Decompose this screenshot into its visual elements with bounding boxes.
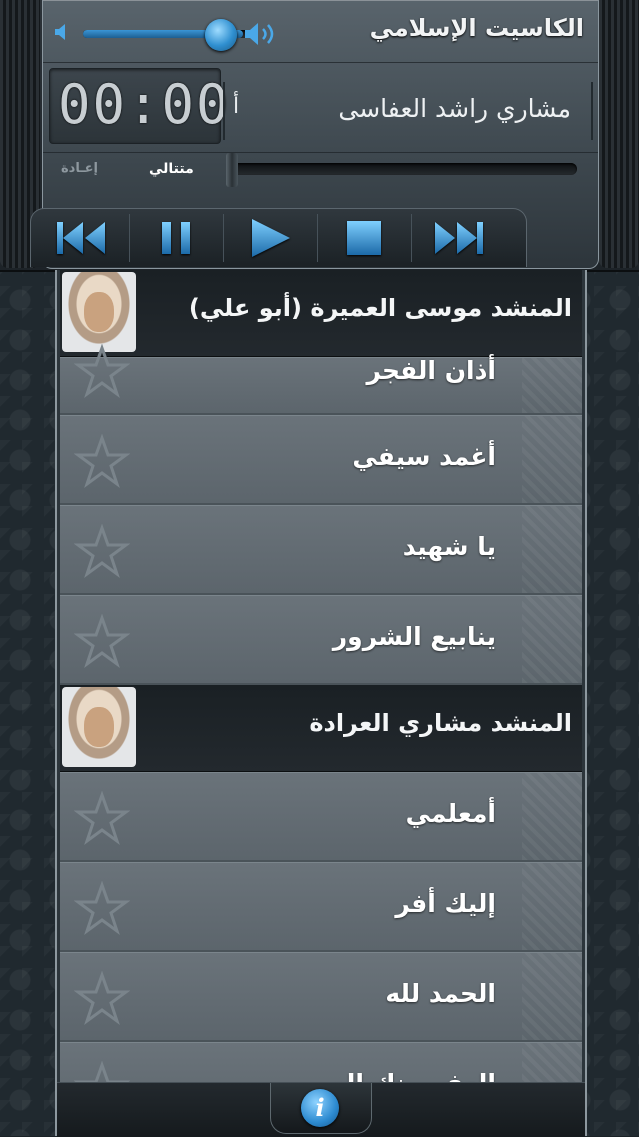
- star-icon[interactable]: [74, 434, 130, 488]
- play-icon: [252, 219, 290, 257]
- song-row[interactable]: إليك أفر: [60, 862, 582, 952]
- previous-button[interactable]: [35, 214, 130, 262]
- info-button[interactable]: i: [301, 1089, 339, 1127]
- song-row[interactable]: الحمد لله: [60, 952, 582, 1042]
- star-icon[interactable]: [74, 791, 130, 845]
- song-row[interactable]: أذان الفجر: [60, 344, 582, 415]
- song-title: العفو منك الهى: [304, 1069, 496, 1082]
- artist-header[interactable]: المنشد مشاري العرادة: [60, 685, 582, 772]
- track-title: مشاري راشد العفاسى: [338, 94, 571, 123]
- repeat-toggle[interactable]: إعـادة: [61, 161, 98, 176]
- song-title: الحمد لله: [385, 979, 496, 1008]
- song-row[interactable]: أمعلمي: [60, 772, 582, 862]
- song-title: إليك أفر: [395, 889, 496, 918]
- stop-button[interactable]: [317, 214, 412, 262]
- app-title: الكاسيت الإسلامي: [369, 14, 584, 42]
- track-info: أ مشاري راشد العفاسى: [223, 82, 593, 140]
- star-icon[interactable]: [74, 344, 130, 398]
- song-title: أذان الفجر: [366, 356, 496, 385]
- speaker-grille-right: [599, 0, 639, 268]
- next-icon: [435, 222, 483, 254]
- song-title: أغمد سيفي: [352, 442, 496, 471]
- track-scroll-text: أ: [233, 94, 240, 119]
- song-row[interactable]: العفو منك الهى: [60, 1042, 582, 1082]
- info-tab: i: [270, 1083, 372, 1134]
- seek-knob[interactable]: [226, 153, 238, 187]
- pause-button[interactable]: [129, 214, 224, 262]
- title-bar: الكاسيت الإسلامي: [43, 0, 598, 63]
- star-icon[interactable]: [74, 881, 130, 935]
- artist-photo: [62, 272, 136, 352]
- next-button[interactable]: [411, 214, 505, 262]
- display-row: 00:00 أ مشاري راشد العفاسى: [43, 62, 598, 152]
- pause-icon: [162, 222, 190, 254]
- song-title: ينابيع الشرور: [332, 622, 496, 651]
- time-display: 00:00: [49, 68, 229, 144]
- artist-photo: [62, 687, 136, 767]
- star-icon[interactable]: [74, 614, 130, 668]
- star-icon[interactable]: [74, 524, 130, 578]
- artist-name: المنشد مشاري العرادة: [309, 709, 572, 737]
- seek-bar[interactable]: [229, 163, 577, 175]
- star-icon[interactable]: [74, 971, 130, 1025]
- song-row[interactable]: ينابيع الشرور: [60, 595, 582, 685]
- previous-icon: [57, 222, 105, 254]
- time-text: 00:00: [58, 73, 231, 136]
- song-title: يا شهيد: [402, 532, 496, 561]
- artist-header[interactable]: المنشد موسى العميرة (أبو علي): [60, 270, 582, 357]
- volume-knob[interactable]: [205, 19, 237, 51]
- star-icon[interactable]: [74, 1061, 130, 1082]
- transport-controls: [30, 208, 527, 267]
- player-panel: الكاسيت الإسلامي 00:00 أ مشاري راشد العف…: [0, 0, 639, 272]
- playlist[interactable]: المنشد موسى العميرة (أبو علي) أذان الفجر…: [60, 270, 582, 1082]
- volume-low-icon[interactable]: [55, 24, 67, 40]
- play-button[interactable]: [223, 214, 318, 262]
- sequential-toggle[interactable]: متتالي: [149, 161, 194, 177]
- song-title: أمعلمي: [405, 799, 496, 828]
- playlist-frame: المنشد موسى العميرة (أبو علي) أذان الفجر…: [55, 270, 587, 1137]
- song-row[interactable]: يا شهيد: [60, 505, 582, 595]
- bottom-bar: i: [57, 1082, 585, 1137]
- control-row: إعـادة متتالي: [43, 152, 598, 193]
- artist-name: المنشد موسى العميرة (أبو علي): [188, 294, 572, 322]
- stop-icon: [347, 221, 381, 255]
- volume-high-icon[interactable]: [245, 22, 281, 46]
- song-row[interactable]: أغمد سيفي: [60, 415, 582, 505]
